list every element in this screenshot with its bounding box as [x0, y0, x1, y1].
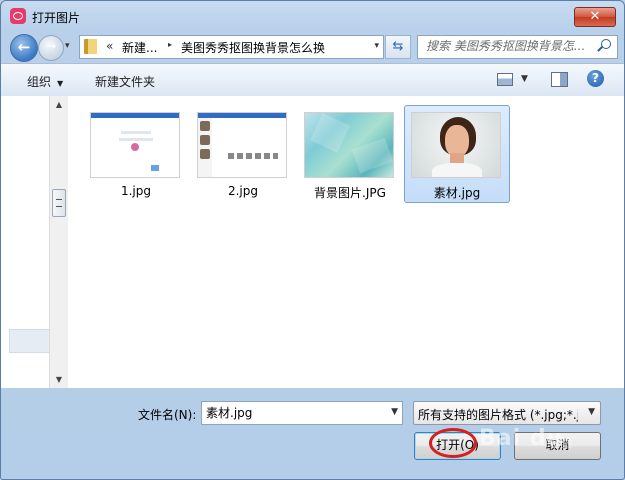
file-list: 1.jpg 2.jpg 背景图片.JPG 素材.jpg — [68, 96, 624, 388]
file-item[interactable]: 1.jpg — [83, 105, 189, 203]
preview-pane-icon[interactable] — [551, 72, 568, 87]
file-name: 1.jpg — [120, 184, 152, 198]
address-overflow-chevron[interactable]: « — [106, 39, 113, 53]
filename-combobox: ▼ — [201, 401, 403, 425]
breadcrumb-item[interactable]: 美图秀秀抠图换背景怎么换 — [181, 39, 325, 56]
watermark-subtext: 经验 — [546, 436, 573, 451]
dialog-footer: 文件名(N): ▼ 所有支持的图片格式 (*.jpg;*.jp ▼ 打开(O) … — [1, 388, 624, 479]
navigation-pane[interactable] — [1, 96, 51, 388]
file-item[interactable]: 2.jpg — [190, 105, 296, 203]
file-name: 2.jpg — [227, 184, 259, 198]
image-thumbnail — [411, 112, 501, 178]
organize-menu[interactable]: 组织 ▼ — [27, 73, 63, 90]
file-name: 背景图片.JPG — [314, 186, 386, 200]
vertical-scrollbar[interactable]: ▲ ▼ — [49, 96, 69, 388]
chevron-down-icon: ▼ — [588, 407, 595, 417]
scroll-down-arrow[interactable]: ▼ — [50, 371, 68, 388]
new-folder-button[interactable]: 新建文件夹 — [95, 73, 155, 90]
forward-button[interactable]: → — [38, 35, 64, 61]
search-input[interactable] — [418, 36, 596, 56]
file-item-selected[interactable]: 素材.jpg — [404, 105, 510, 203]
close-button[interactable]: ✕ — [574, 7, 616, 27]
change-view-icon[interactable] — [497, 73, 513, 86]
view-options-dropdown-icon[interactable]: ▼ — [521, 74, 528, 84]
filename-dropdown-icon[interactable]: ▼ — [391, 407, 398, 417]
filename-input[interactable] — [202, 402, 376, 422]
toolbar: 组织 ▼ 新建文件夹 ▼ ? — [1, 63, 624, 97]
navigation-pane-selected-item[interactable] — [9, 329, 51, 353]
image-thumbnail — [90, 112, 180, 178]
scroll-up-arrow[interactable]: ▲ — [50, 96, 68, 113]
breadcrumb-separator-icon[interactable]: ▸ — [168, 40, 172, 49]
folder-icon — [84, 39, 97, 54]
scroll-thumb[interactable] — [52, 189, 66, 217]
open-image-dialog: 打开图片 ✕ ← → ▾ « 新建... ▸ 美图秀秀抠图换背景怎么换 ▾ ⇆ … — [0, 0, 625, 480]
filename-label: 文件名(N): — [138, 408, 197, 422]
refresh-button[interactable]: ⇆ — [385, 35, 411, 59]
search-icon[interactable] — [601, 39, 611, 49]
organize-label: 组织 — [27, 75, 52, 89]
recent-locations-dropdown-icon[interactable]: ▾ — [65, 41, 70, 51]
app-icon — [10, 8, 26, 24]
navigation-bar: ← → ▾ « 新建... ▸ 美图秀秀抠图换背景怎么换 ▾ ⇆ — [1, 31, 624, 63]
chevron-down-icon: ▼ — [57, 79, 64, 88]
window-title: 打开图片 — [32, 11, 81, 25]
title-bar: 打开图片 ✕ — [1, 1, 624, 31]
search-box — [417, 35, 618, 59]
file-name: 素材.jpg — [433, 186, 481, 200]
image-thumbnail — [304, 112, 394, 178]
back-button[interactable]: ← — [10, 34, 38, 62]
file-type-select[interactable]: 所有支持的图片格式 (*.jpg;*.jp ▼ — [413, 401, 601, 425]
annotation-circle — [429, 428, 477, 458]
file-type-value: 所有支持的图片格式 (*.jpg;*.jp — [418, 408, 578, 422]
help-icon[interactable]: ? — [587, 70, 604, 87]
file-item[interactable]: 背景图片.JPG — [297, 105, 403, 203]
address-bar[interactable]: « 新建... ▸ 美图秀秀抠图换背景怎么换 ▾ — [79, 35, 384, 59]
breadcrumb-item[interactable]: 新建... — [122, 39, 157, 56]
image-thumbnail — [197, 112, 287, 178]
address-dropdown-icon[interactable]: ▾ — [374, 41, 379, 51]
